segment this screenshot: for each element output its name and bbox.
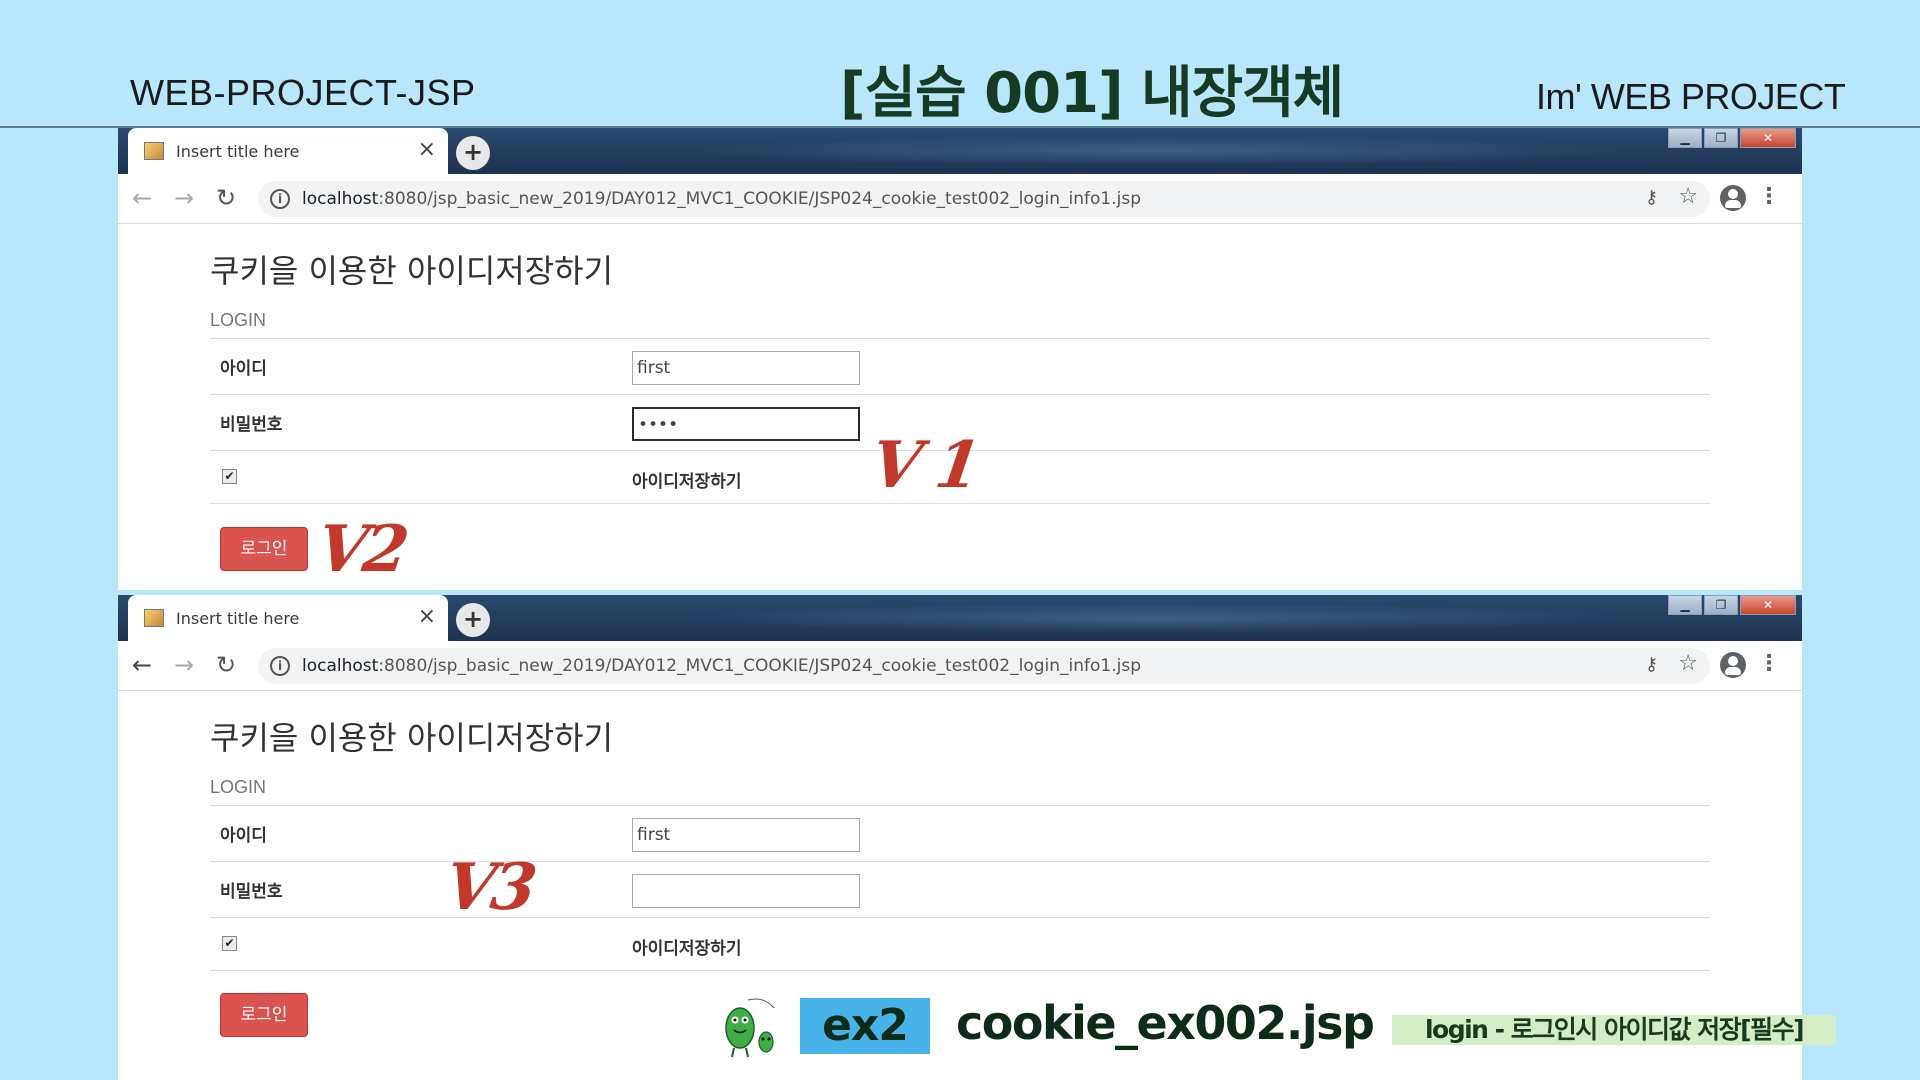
bookmark-star-icon[interactable]: ☆ [1678, 651, 1698, 676]
annotation-v3: V3 [440, 850, 538, 925]
account-icon[interactable] [1720, 185, 1746, 211]
forward-icon[interactable]: → [174, 186, 194, 210]
file-name-label: cookie_ex002.jsp [956, 996, 1375, 1050]
url-host: localhost [302, 656, 379, 676]
more-menu-icon[interactable]: ⋮ [1758, 652, 1780, 676]
tab-close-icon[interactable]: × [418, 605, 436, 629]
window-controls: ▁ ❐ ✕ [1666, 128, 1796, 150]
url-text[interactable]: localhost:8080/jsp_basic_new_2019/DAY012… [302, 189, 1141, 209]
address-bar[interactable]: i localhost:8080/jsp_basic_new_2019/DAY0… [258, 181, 1710, 217]
browser-tab[interactable]: Insert title here × [128, 128, 448, 174]
slide-left-label: WEB-PROJECT-JSP [130, 72, 476, 113]
annotation-v1: V 1 [866, 428, 982, 503]
browser-toolbar: ← → ↻ i localhost:8080/jsp_basic_new_201… [118, 174, 1802, 224]
browser-tab[interactable]: Insert title here × [128, 595, 448, 641]
password-row: 비밀번호 [210, 861, 1710, 917]
slide-title: [실습 001] 내장객체 [840, 61, 1344, 126]
remember-checkbox[interactable]: ✔ [222, 469, 237, 484]
reload-icon[interactable]: ↻ [216, 186, 236, 210]
id-input[interactable]: first [632, 818, 860, 852]
remember-checkbox[interactable]: ✔ [222, 936, 237, 951]
address-bar[interactable]: i localhost:8080/jsp_basic_new_2019/DAY0… [258, 648, 1710, 684]
titlebar-glow [678, 136, 1638, 166]
close-window-button[interactable]: ✕ [1740, 595, 1796, 615]
id-label: 아이디 [220, 826, 267, 846]
annotation-v2: V2 [312, 512, 410, 587]
browser-toolbar: ← → ↻ i localhost:8080/jsp_basic_new_201… [118, 641, 1802, 691]
window-controls: ▁ ❐ ✕ [1666, 595, 1796, 617]
task-note: login - 로그인시 아이디값 저장[필수] [1392, 1015, 1836, 1045]
key-icon[interactable]: ⚷ [1645, 187, 1658, 208]
info-icon[interactable]: i [270, 189, 290, 209]
favicon-icon [144, 609, 164, 627]
remember-label: 아이디저장하기 [632, 939, 742, 959]
reload-icon[interactable]: ↻ [216, 653, 236, 677]
login-table: 아이디 first 비밀번호 ✔ 아이디저장하기 [210, 805, 1710, 971]
tab-title: Insert title here [176, 609, 300, 628]
back-icon[interactable]: ← [132, 186, 152, 210]
password-label: 비밀번호 [220, 415, 283, 435]
login-caption: LOGIN [210, 310, 267, 330]
page-heading: 쿠키을 이용한 아이디저장하기 [210, 719, 614, 757]
new-tab-button[interactable]: + [456, 136, 490, 170]
password-input[interactable]: •••• [632, 407, 860, 441]
tab-close-icon[interactable]: × [418, 138, 436, 162]
remember-row: ✔ 아이디저장하기 [210, 917, 1710, 971]
restore-button[interactable]: ❐ [1704, 595, 1738, 615]
browser-titlebar: Insert title here × + ▁ ❐ ✕ [118, 595, 1802, 641]
minimize-button[interactable]: ▁ [1668, 128, 1702, 148]
new-tab-button[interactable]: + [456, 603, 490, 637]
more-menu-icon[interactable]: ⋮ [1758, 185, 1780, 209]
forward-icon[interactable]: → [174, 653, 194, 677]
id-row: 아이디 first [210, 805, 1710, 861]
id-row: 아이디 first [210, 338, 1710, 394]
login-button[interactable]: 로그인 [220, 527, 308, 571]
mascot-icon [725, 998, 775, 1058]
url-host: localhost [302, 189, 379, 209]
url-text[interactable]: localhost:8080/jsp_basic_new_2019/DAY012… [302, 656, 1141, 676]
tab-title: Insert title here [176, 142, 300, 161]
login-button[interactable]: 로그인 [220, 993, 308, 1037]
page-heading: 쿠키을 이용한 아이디저장하기 [210, 252, 614, 290]
browser-titlebar: Insert title here × + ▁ ❐ ✕ [118, 128, 1802, 174]
id-input[interactable]: first [632, 351, 860, 385]
slide-right-label: Im' WEB PROJECT [1536, 76, 1846, 117]
back-icon[interactable]: ← [132, 653, 152, 677]
close-window-button[interactable]: ✕ [1740, 128, 1796, 148]
favicon-icon [144, 142, 164, 160]
minimize-button[interactable]: ▁ [1668, 595, 1702, 615]
bookmark-star-icon[interactable]: ☆ [1678, 184, 1698, 209]
password-label: 비밀번호 [220, 882, 283, 902]
account-icon[interactable] [1720, 652, 1746, 678]
id-label: 아이디 [220, 359, 267, 379]
restore-button[interactable]: ❐ [1704, 128, 1738, 148]
password-input[interactable] [632, 874, 860, 908]
url-path: :8080/jsp_basic_new_2019/DAY012_MVC1_COO… [378, 189, 1142, 209]
titlebar-glow [678, 603, 1638, 633]
login-caption: LOGIN [210, 777, 267, 797]
remember-label: 아이디저장하기 [632, 472, 742, 492]
info-icon[interactable]: i [270, 656, 290, 676]
key-icon[interactable]: ⚷ [1645, 654, 1658, 675]
url-path: :8080/jsp_basic_new_2019/DAY012_MVC1_COO… [378, 656, 1142, 676]
example-badge: ex2 [800, 998, 930, 1054]
